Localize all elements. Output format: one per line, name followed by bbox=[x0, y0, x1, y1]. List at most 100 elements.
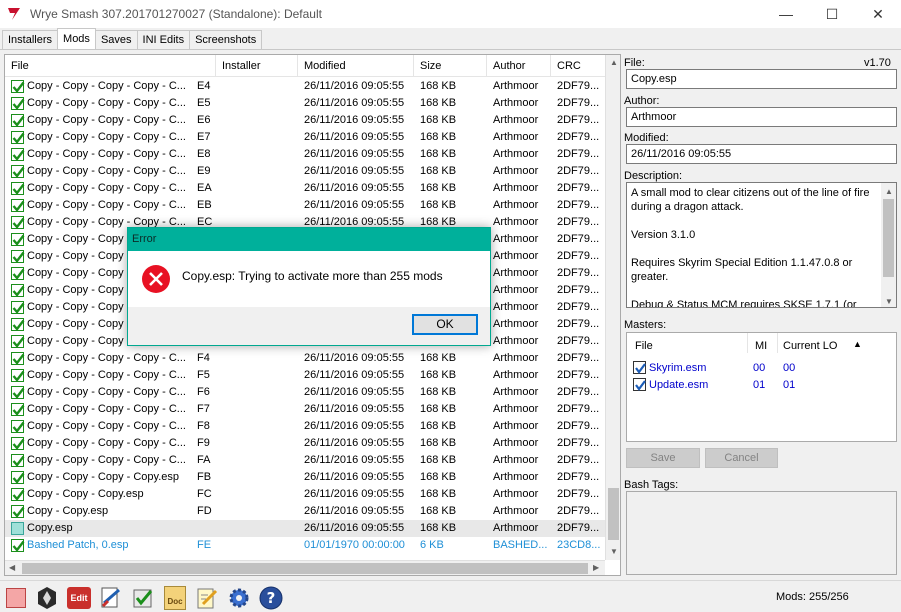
mod-list-horizontal-scrollbar[interactable]: ◀ ▶ bbox=[5, 560, 605, 575]
mod-row[interactable]: Copy.esp 26/11/2016 09:05:55 168 KB Arthmoo… bbox=[5, 520, 605, 537]
scroll-right-icon[interactable]: ▶ bbox=[593, 563, 599, 572]
mod-checkbox[interactable] bbox=[11, 114, 25, 127]
ok-button[interactable]: OK bbox=[412, 314, 478, 335]
scroll-up-icon[interactable]: ▲ bbox=[610, 58, 618, 67]
mod-row[interactable]: Copy - Copy - Copy - Copy - C... F5 26/11/… bbox=[5, 367, 605, 384]
mod-checkbox[interactable] bbox=[11, 539, 25, 552]
minimize-button[interactable]: — bbox=[763, 0, 809, 28]
mod-row[interactable]: Copy - Copy - Copy - Copy - C... E9 26/11/… bbox=[5, 163, 605, 180]
check-tool-button[interactable] bbox=[130, 585, 156, 611]
mod-row[interactable]: Copy - Copy - Copy - Copy - C... FA 26/11/… bbox=[5, 452, 605, 469]
scroll-down-icon[interactable]: ▼ bbox=[610, 547, 618, 556]
bash-tags-field[interactable] bbox=[626, 491, 897, 575]
modified-field[interactable]: 26/11/2016 09:05:55 bbox=[626, 144, 897, 164]
mod-row[interactable]: Copy - Copy - Copy - Copy - C... F7 26/11/… bbox=[5, 401, 605, 418]
mod-row[interactable]: Copy - Copy.esp FD 26/11/2016 09:05:55 168 … bbox=[5, 503, 605, 520]
mod-checkbox[interactable] bbox=[11, 233, 25, 246]
mod-checkbox[interactable] bbox=[11, 386, 25, 399]
mod-checkbox[interactable] bbox=[11, 437, 25, 450]
mod-checkbox[interactable] bbox=[11, 284, 25, 297]
mod-row[interactable]: Copy - Copy - Copy - Copy - C... E4 26/11/… bbox=[5, 78, 605, 95]
notes-button[interactable] bbox=[194, 585, 220, 611]
masters-column-current-lo[interactable]: Current LO bbox=[783, 340, 837, 352]
master-checkbox[interactable] bbox=[633, 378, 646, 391]
mod-row[interactable]: Copy - Copy - Copy - Copy - C... E6 26/11/… bbox=[5, 112, 605, 129]
mod-row[interactable]: Copy - Copy - Copy - Copy - C... E7 26/11/… bbox=[5, 129, 605, 146]
mod-checkbox[interactable] bbox=[11, 216, 25, 229]
author-field[interactable]: Arthmoor bbox=[626, 107, 897, 127]
mod-row[interactable]: Copy - Copy - Copy - Copy.esp FB 26/11/201… bbox=[5, 469, 605, 486]
mod-checkbox[interactable] bbox=[11, 97, 25, 110]
mod-checkbox[interactable] bbox=[11, 80, 25, 93]
mod-checkbox[interactable] bbox=[11, 369, 25, 382]
column-size[interactable]: Size bbox=[414, 55, 487, 77]
master-checkbox[interactable] bbox=[633, 361, 646, 374]
mod-checkbox[interactable] bbox=[11, 454, 25, 467]
file-name-field[interactable]: Copy.esp bbox=[626, 69, 897, 89]
mod-checkbox[interactable] bbox=[11, 267, 25, 280]
description-field[interactable]: A small mod to clear citizens out of the… bbox=[626, 182, 897, 308]
mod-row[interactable]: Copy - Copy - Copy - Copy - C... E8 26/11/… bbox=[5, 146, 605, 163]
masters-column-mi[interactable]: MI bbox=[755, 340, 767, 352]
mod-checkbox[interactable] bbox=[11, 420, 25, 433]
master-row[interactable]: Skyrim.esm 00 00 bbox=[627, 360, 896, 377]
mod-row[interactable]: Copy - Copy - Copy - Copy - C... F9 26/11/… bbox=[5, 435, 605, 452]
tab-saves[interactable]: Saves bbox=[94, 30, 138, 49]
column-author[interactable]: Author bbox=[487, 55, 551, 77]
mod-checkbox[interactable] bbox=[11, 165, 25, 178]
save-button[interactable]: Save bbox=[626, 448, 700, 468]
tab-mods[interactable]: Mods bbox=[57, 28, 96, 49]
mod-checkbox[interactable] bbox=[11, 148, 25, 161]
scroll-left-icon[interactable]: ◀ bbox=[9, 563, 15, 572]
mod-checkbox[interactable] bbox=[11, 250, 25, 263]
mod-row[interactable]: Bashed Patch, 0.esp FE 01/01/1970 00:00:00… bbox=[5, 537, 605, 554]
mod-checkbox[interactable] bbox=[11, 488, 25, 501]
mod-checkbox[interactable] bbox=[11, 318, 25, 331]
mod-checkbox[interactable] bbox=[11, 471, 25, 484]
column-installer[interactable]: Installer bbox=[216, 55, 298, 77]
skyrim-launch-button[interactable] bbox=[34, 585, 60, 611]
scroll-up-icon[interactable]: ▲ bbox=[885, 185, 893, 199]
column-modified[interactable]: Modified bbox=[298, 55, 414, 77]
tab-ini-edits[interactable]: INI Edits bbox=[136, 30, 191, 49]
settings-button[interactable] bbox=[226, 585, 252, 611]
mod-checkbox[interactable] bbox=[11, 335, 25, 348]
masters-list[interactable]: File MI Current LO ▲ Skyrim.esm 00 00 Up… bbox=[626, 332, 897, 442]
mod-checkbox[interactable] bbox=[11, 199, 25, 212]
column-crc[interactable]: CRC bbox=[551, 55, 605, 77]
mod-checkbox[interactable] bbox=[11, 352, 25, 365]
help-button[interactable]: ? bbox=[258, 585, 284, 611]
mod-row[interactable]: Copy - Copy - Copy - Copy - C... F6 26/11/… bbox=[5, 384, 605, 401]
mod-row[interactable]: Copy - Copy - Copy.esp FC 26/11/2016 09:05… bbox=[5, 486, 605, 503]
mod-row[interactable]: Copy - Copy - Copy - Copy - C... F4 26/11/… bbox=[5, 350, 605, 367]
mod-row[interactable]: Copy - Copy - Copy - Copy - C... F8 26/11/… bbox=[5, 418, 605, 435]
mod-checkbox[interactable] bbox=[11, 182, 25, 195]
vertical-scroll-thumb[interactable] bbox=[608, 488, 619, 540]
color-swatch-button[interactable] bbox=[3, 585, 29, 611]
maximize-button[interactable]: ☐ bbox=[809, 0, 855, 28]
mod-list-vertical-scrollbar[interactable]: ▲ ▼ bbox=[605, 55, 620, 560]
doc-browser-button[interactable]: Doc bbox=[162, 585, 188, 611]
horizontal-scroll-thumb[interactable] bbox=[22, 563, 588, 574]
close-button[interactable]: ✕ bbox=[855, 0, 901, 28]
mod-checkbox[interactable] bbox=[11, 522, 24, 535]
scroll-down-icon[interactable]: ▼ bbox=[885, 295, 893, 307]
mod-crc: 2DF79... bbox=[557, 488, 600, 500]
mod-row[interactable]: Copy - Copy - Copy - Copy - C... E5 26/11/… bbox=[5, 95, 605, 112]
cancel-button[interactable]: Cancel bbox=[705, 448, 778, 468]
column-file[interactable]: File bbox=[5, 55, 216, 77]
mod-checkbox[interactable] bbox=[11, 505, 25, 518]
master-row[interactable]: Update.esm 01 01 bbox=[627, 377, 896, 394]
description-scroll-thumb[interactable] bbox=[883, 199, 894, 277]
tab-screenshots[interactable]: Screenshots bbox=[189, 30, 263, 49]
mod-row[interactable]: Copy - Copy - Copy - Copy - C... EB 26/11/… bbox=[5, 197, 605, 214]
mod-checkbox[interactable] bbox=[11, 131, 25, 144]
mod-checkbox[interactable] bbox=[11, 403, 25, 416]
tab-installers[interactable]: Installers bbox=[2, 30, 59, 49]
tool-launcher-button[interactable] bbox=[98, 585, 124, 611]
description-scrollbar[interactable]: ▲ ▼ bbox=[881, 183, 896, 307]
edit-tool-button[interactable]: Edit bbox=[66, 585, 92, 611]
mod-row[interactable]: Copy - Copy - Copy - Copy - C... EA 26/11/… bbox=[5, 180, 605, 197]
masters-column-file[interactable]: File bbox=[635, 340, 653, 352]
mod-checkbox[interactable] bbox=[11, 301, 25, 314]
